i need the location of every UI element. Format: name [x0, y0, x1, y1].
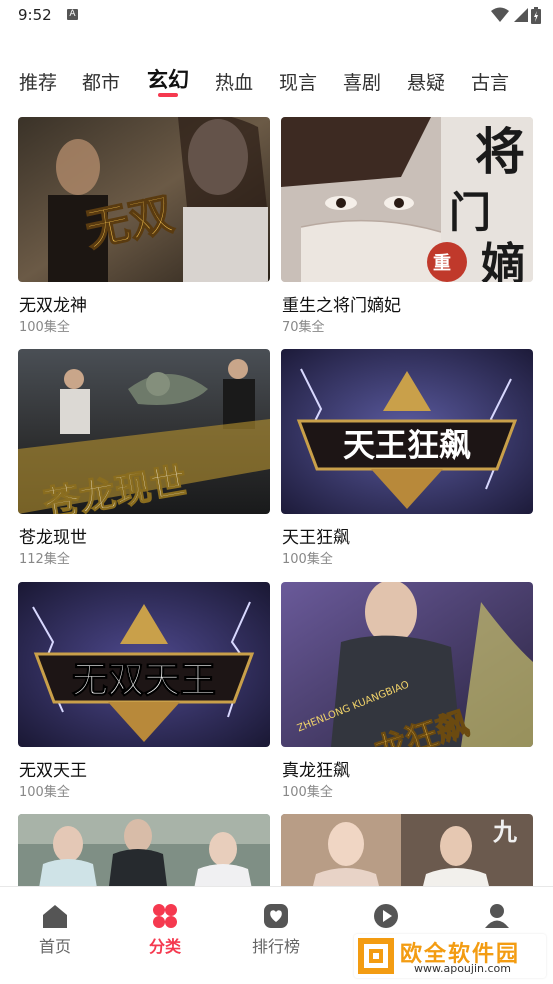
notification-icon: A	[67, 9, 78, 20]
tab-recommend[interactable]: 推荐	[19, 68, 57, 95]
tab-modern-romance[interactable]: 现言	[279, 68, 317, 95]
drama-episodes: 100集全	[19, 785, 70, 800]
wifi-icon	[491, 7, 509, 22]
nav-ranking-label: 排行榜	[251, 937, 300, 956]
active-tab-indicator	[158, 93, 178, 97]
tab-urban[interactable]: 都市	[82, 68, 120, 95]
drama-poster[interactable]	[18, 814, 270, 894]
theater-play-icon	[374, 904, 398, 928]
tab-mystery[interactable]: 悬疑	[407, 68, 445, 95]
nav-home[interactable]: 首页	[0, 887, 110, 967]
nav-home-label: 首页	[38, 937, 71, 956]
tab-ancient-romance[interactable]: 古言	[471, 68, 509, 95]
drama-poster[interactable]: 天王狂飙	[281, 349, 533, 514]
drama-poster[interactable]: 苍龙现世	[18, 349, 270, 514]
drama-card[interactable]: ZHENLONG KUANGBIAO 龙狂飙 真龙狂飙 100集全	[281, 582, 533, 800]
status-time: 9:52	[18, 6, 52, 24]
drama-title[interactable]: 无双龙神	[19, 291, 87, 316]
drama-title[interactable]: 天王狂飙	[282, 523, 350, 548]
drama-title[interactable]: 真龙狂飙	[282, 756, 350, 781]
tab-comedy[interactable]: 喜剧	[343, 68, 381, 95]
nav-category[interactable]: 分类	[110, 887, 220, 967]
poster-title-text: 将	[475, 122, 525, 181]
poster-title-text: 九	[492, 817, 517, 846]
nav-category-label: 分类	[148, 937, 181, 956]
drama-poster[interactable]: 九	[281, 814, 533, 894]
drama-episodes: 100集全	[19, 320, 70, 335]
signal-icon	[514, 8, 528, 22]
drama-poster[interactable]: ZHENLONG KUANGBIAO 龙狂飙	[281, 582, 533, 747]
category-tabs: 推荐 都市 玄幻 热血 现言 喜剧 悬疑 古言	[0, 62, 553, 102]
poster-badge: 重	[433, 252, 451, 274]
drama-card[interactable]	[18, 814, 270, 894]
ranking-icon	[264, 904, 288, 928]
nav-ranking[interactable]: 排行榜	[221, 887, 331, 967]
status-bar: 9:52 A	[0, 0, 553, 32]
status-icons	[491, 6, 541, 24]
poster-title-text: 天王狂飙	[343, 426, 471, 464]
drama-title[interactable]: 重生之将门嫡妃	[282, 291, 401, 316]
poster-title-text: 无双天王	[72, 659, 216, 701]
watermark-logo-icon	[358, 938, 394, 974]
category-icon	[153, 904, 177, 928]
drama-episodes: 112集全	[19, 552, 70, 567]
drama-poster[interactable]: 无双天王	[18, 582, 270, 747]
battery-icon	[531, 6, 541, 24]
svg-text:嫡: 嫡	[481, 239, 525, 282]
drama-card[interactable]: 无双天王 无双天王 100集全	[18, 582, 270, 800]
drama-card[interactable]: 苍龙现世 苍龙现世 112集全	[18, 349, 270, 567]
drama-poster[interactable]: 无双	[18, 117, 270, 282]
tab-fantasy[interactable]: 玄幻	[147, 64, 189, 94]
drama-episodes: 70集全	[282, 320, 325, 335]
drama-card[interactable]: 九	[281, 814, 533, 894]
home-icon	[43, 905, 67, 928]
drama-card[interactable]: 无双 无双龙神 100集全	[18, 117, 270, 335]
drama-poster[interactable]: 将 门 嫡 重	[281, 117, 533, 282]
tab-hot-blood[interactable]: 热血	[215, 68, 253, 95]
drama-episodes: 100集全	[282, 785, 333, 800]
drama-episodes: 100集全	[282, 552, 333, 567]
drama-card[interactable]: 将 门 嫡 重 重生之将门嫡妃 70集全	[281, 117, 533, 335]
drama-card[interactable]: 天王狂飙 天王狂飙 100集全	[281, 349, 533, 567]
svg-text:门: 门	[449, 188, 491, 237]
profile-icon	[485, 904, 509, 928]
drama-title[interactable]: 苍龙现世	[19, 523, 87, 548]
drama-title[interactable]: 无双天王	[19, 756, 87, 781]
watermark-url: www.apoujin.com	[414, 962, 511, 975]
watermark: 欧全软件园 www.apoujin.com	[354, 934, 546, 978]
